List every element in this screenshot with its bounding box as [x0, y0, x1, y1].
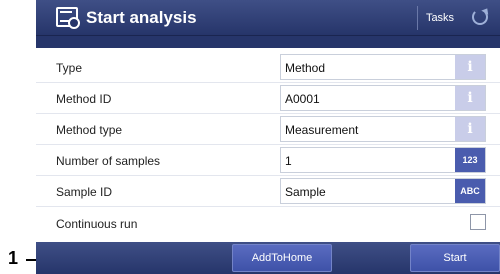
- number-of-samples-label: Number of samples: [56, 154, 161, 168]
- text-keypad-button[interactable]: ABC: [455, 179, 485, 203]
- refresh-icon[interactable]: [472, 9, 488, 25]
- bottom-bar: AddToHome Start: [36, 242, 500, 274]
- title-bar: Start analysis Tasks: [36, 0, 500, 36]
- row-method-id: Method ID A0001 i: [36, 83, 500, 114]
- sample-id-field[interactable]: Sample ABC: [280, 178, 486, 204]
- numeric-keypad-button[interactable]: 123: [455, 148, 485, 172]
- page-title: Start analysis: [86, 8, 197, 27]
- sample-id-value: Sample: [285, 185, 326, 199]
- info-icon[interactable]: i: [455, 55, 485, 79]
- row-method-type: Method type Measurement i: [36, 114, 500, 145]
- type-label: Type: [56, 61, 83, 75]
- continuous-run-checkbox[interactable]: [470, 214, 486, 230]
- row-sample-id: Sample ID Sample ABC: [36, 176, 500, 207]
- callout-number: 1: [8, 248, 19, 268]
- start-button[interactable]: Start: [410, 244, 500, 272]
- start-analysis-icon: [56, 7, 80, 29]
- method-id-value: A0001: [285, 92, 320, 106]
- sample-id-label: Sample ID: [56, 185, 113, 199]
- continuous-run-label: Continuous run: [56, 217, 138, 231]
- method-id-label: Method ID: [56, 92, 112, 106]
- info-icon[interactable]: i: [455, 86, 485, 110]
- add-to-home-button[interactable]: AddToHome: [232, 244, 332, 272]
- device-screen: Start analysis Tasks Type Method i Metho…: [36, 0, 500, 274]
- type-value: Method: [285, 61, 326, 75]
- method-type-field[interactable]: Measurement i: [280, 116, 486, 142]
- method-type-value: Measurement: [285, 123, 359, 137]
- header-divider: [36, 36, 500, 48]
- tasks-button[interactable]: Tasks: [417, 6, 462, 30]
- number-of-samples-value: 1: [285, 154, 292, 168]
- method-type-label: Method type: [56, 123, 123, 137]
- method-id-field[interactable]: A0001 i: [280, 85, 486, 111]
- row-continuous-run: Continuous run: [36, 208, 500, 239]
- type-field[interactable]: Method i: [280, 54, 486, 80]
- number-of-samples-field[interactable]: 1 123: [280, 147, 486, 173]
- row-number-of-samples: Number of samples 1 123: [36, 145, 500, 176]
- info-icon[interactable]: i: [455, 117, 485, 141]
- row-type: Type Method i: [36, 52, 500, 83]
